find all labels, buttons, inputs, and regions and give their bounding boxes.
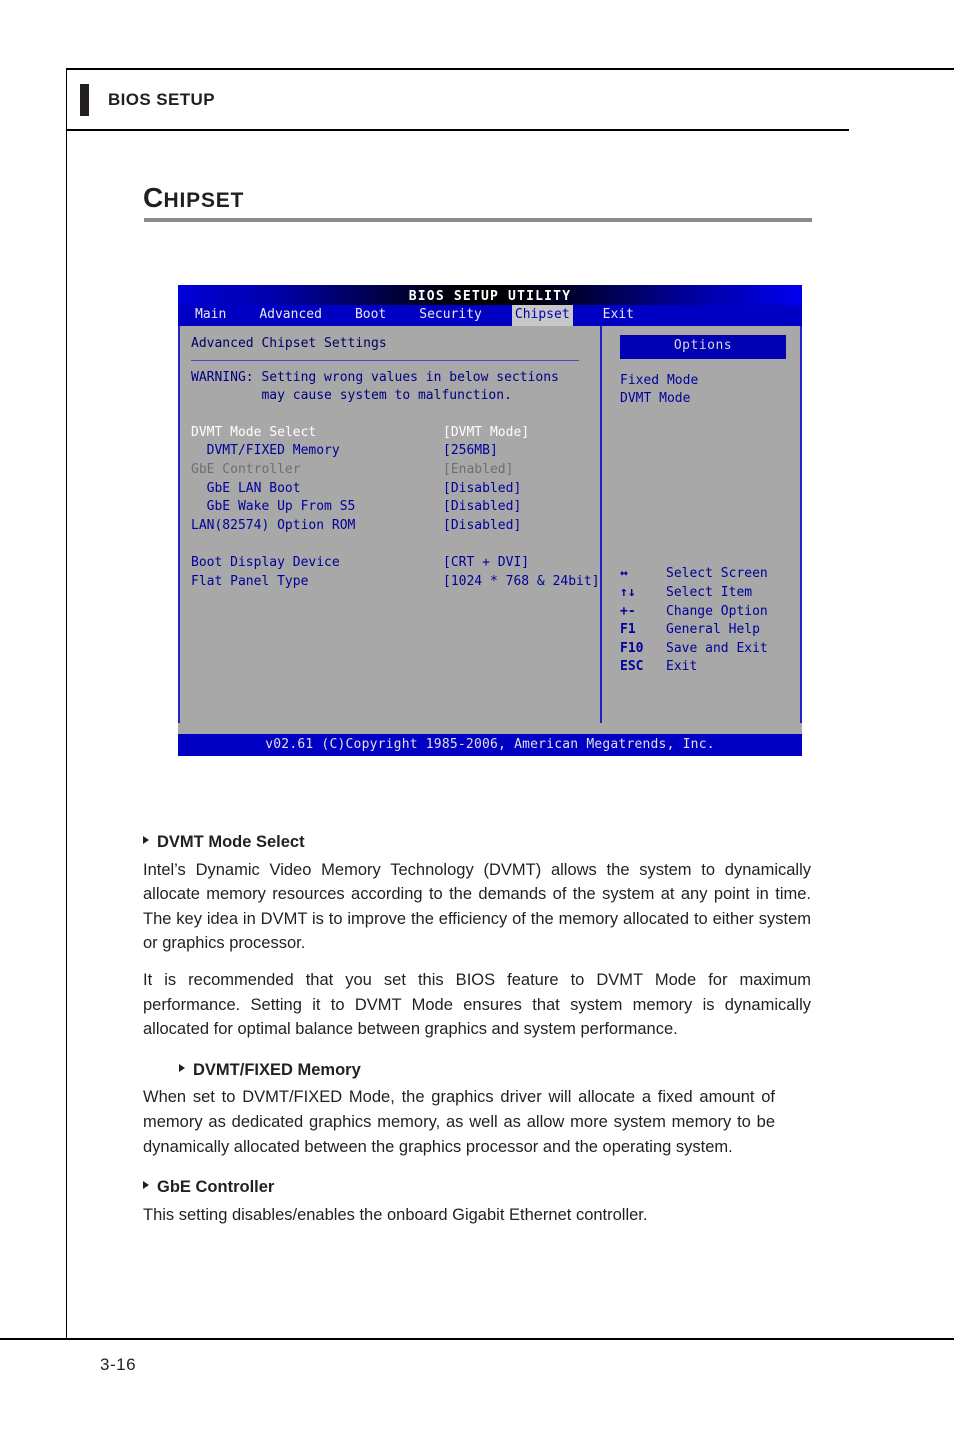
heading-gbe-controller: GbE Controller [143,1175,811,1200]
bios-setting-label: DVMT Mode Select [191,424,317,440]
page-title-initial: C [143,182,164,213]
bios-key-glyph: ESC [620,659,644,675]
bios-key-help-row: ↔ Select Screen [620,565,768,584]
bios-settings-list: DVMT Mode Select [DVMT Mode] DVMT/FIXED M… [191,424,600,591]
bios-key-glyph: ↑↓ [620,585,636,601]
bios-settings-heading: Advanced Chipset Settings [191,336,387,351]
bios-settings-panel: Advanced Chipset Settings WARNING: Setti… [180,326,600,723]
running-head-bar-icon [80,84,89,116]
bios-key-help-row: F1 General Help [620,621,768,640]
bios-option-item[interactable]: DVMT Mode [620,390,800,409]
heading-dvmt-mode-select: DVMT Mode Select [143,830,811,855]
running-head-title: BIOS SETUP [108,90,215,109]
bios-setting-row[interactable]: LAN(82574) Option ROM [Disabled] [191,517,600,536]
bios-tab-exit[interactable]: Exit [600,305,637,326]
bios-warning-text: WARNING: Setting wrong values in below s… [191,369,559,404]
bios-titlebar: BIOS SETUP UTILITY [178,285,802,305]
bios-setting-label: LAN(82574) Option ROM [191,517,356,533]
bios-setting-value: [256MB] [443,443,498,459]
triangle-bullet-icon [143,836,149,844]
bios-key-action: Change Option [666,603,768,619]
paragraph-dvmt-2: It is recommended that you set this BIOS… [143,970,811,1039]
bios-setting-row[interactable]: GbE LAN Boot [Disabled] [191,480,600,499]
paragraph-dvmt-fixed-1: When set to DVMT/FIXED Mode, the graphic… [143,1088,775,1156]
bios-key-help: ↔ Select Screen ↑↓ Select Item +- Change Opti… [620,565,768,677]
bios-setting-value: [DVMT Mode] [443,424,530,440]
bios-key-help-row: F10 Save and Exit [620,640,768,659]
bios-setting-row[interactable]: DVMT Mode Select [DVMT Mode] [191,424,600,443]
header-top-rule [66,68,954,70]
bios-key-action: Save and Exit [666,640,768,656]
bios-setting-label: DVMT/FIXED Memory [191,443,340,459]
bios-setting-value: [Enabled] [443,461,514,477]
bios-setting-value: [Disabled] [443,517,522,533]
bios-heading-rule [191,359,579,361]
footer-rule [0,1338,954,1340]
bios-key-help-row: +- Change Option [620,603,768,622]
bios-key-glyph: ↔ [620,566,628,582]
bios-options-list[interactable]: Fixed Mode DVMT Mode [602,359,800,409]
triangle-bullet-icon [179,1063,185,1072]
page-title-rest: HIPSET [163,189,245,212]
bios-title: BIOS SETUP UTILITY [408,289,572,304]
bios-setting-row[interactable]: Flat Panel Type [1024 * 768 & 24bit] [191,573,600,592]
bios-setting-label: GbE Controller [191,461,301,477]
bios-key-help-row: ESC Exit [620,658,768,677]
page-title: CHIPSET [143,182,244,214]
bios-tab-security[interactable]: Security [416,305,485,326]
bios-key-glyph: F1 [620,622,636,638]
bios-setting-label: GbE LAN Boot [191,480,301,496]
bios-tab-main[interactable]: Main [192,305,229,326]
bios-setting-row: GbE Controller [Enabled] [191,461,600,480]
bios-menu-tabs[interactable]: Main Advanced Boot Security Chipset Exit [178,305,802,326]
bios-setting-label: Boot Display Device [191,554,340,570]
running-head: BIOS SETUP [80,84,215,116]
bios-key-action: Select Item [666,585,753,601]
bios-setup-screenshot: BIOS SETUP UTILITY Main Advanced Boot Secur… [178,285,802,756]
bios-key-glyph: +- [620,603,636,619]
bios-tab-advanced[interactable]: Advanced [256,305,325,326]
bios-key-help-row: ↑↓ Select Item [620,584,768,603]
triangle-bullet-icon [143,1181,149,1190]
bios-setting-value: [Disabled] [443,499,522,515]
bios-setting-value: [Disabled] [443,480,522,496]
bios-option-item[interactable]: Fixed Mode [620,372,800,391]
bios-setting-spacer [191,535,600,554]
heading-dvmt-fixed-memory: DVMT/FIXED Memory [179,1058,811,1083]
bios-copyright-footer: v02.61 (C)Copyright 1985-2006, American … [178,734,802,756]
paragraph-gbe-1: This setting disables/enables the onboar… [143,1205,648,1224]
bios-footer-gap [178,723,802,734]
heading-dvmt-fixed-memory-label: DVMT/FIXED Memory [193,1060,361,1079]
bios-options-panel: Options Fixed Mode DVMT Mode ↔ Select Scre… [602,326,800,723]
page-number: 3-16 [100,1355,137,1374]
bios-setting-label: Flat Panel Type [191,573,309,589]
page-title-rule [144,218,812,222]
bios-key-action: Select Screen [666,566,768,582]
heading-gbe-controller-label: GbE Controller [157,1178,275,1197]
bios-options-header: Options [620,335,786,359]
bios-key-action: General Help [666,622,760,638]
paragraph-dvmt-1: Intel’s Dynamic Video Memory Technology … [143,860,811,953]
page-left-rule [66,68,67,1338]
bios-setting-row[interactable]: Boot Display Device [CRT + DVI] [191,554,600,573]
prose-content: DVMT Mode Select Intel’s Dynamic Video M… [143,830,811,1239]
bios-setting-value: [CRT + DVI] [443,554,530,570]
bios-key-glyph: F10 [620,640,644,656]
bios-body: Advanced Chipset Settings WARNING: Setti… [178,326,802,723]
bios-key-action: Exit [666,659,698,675]
bios-tab-boot[interactable]: Boot [352,305,389,326]
bios-setting-row[interactable]: GbE Wake Up From S5 [Disabled] [191,498,600,517]
bios-setting-label: GbE Wake Up From S5 [191,499,356,515]
bios-setting-row[interactable]: DVMT/FIXED Memory [256MB] [191,442,600,461]
heading-dvmt-mode-select-label: DVMT Mode Select [157,833,305,851]
bios-tab-chipset[interactable]: Chipset [511,305,573,326]
header-bottom-rule [66,129,849,131]
bios-setting-value: [1024 * 768 & 24bit] [443,573,600,589]
